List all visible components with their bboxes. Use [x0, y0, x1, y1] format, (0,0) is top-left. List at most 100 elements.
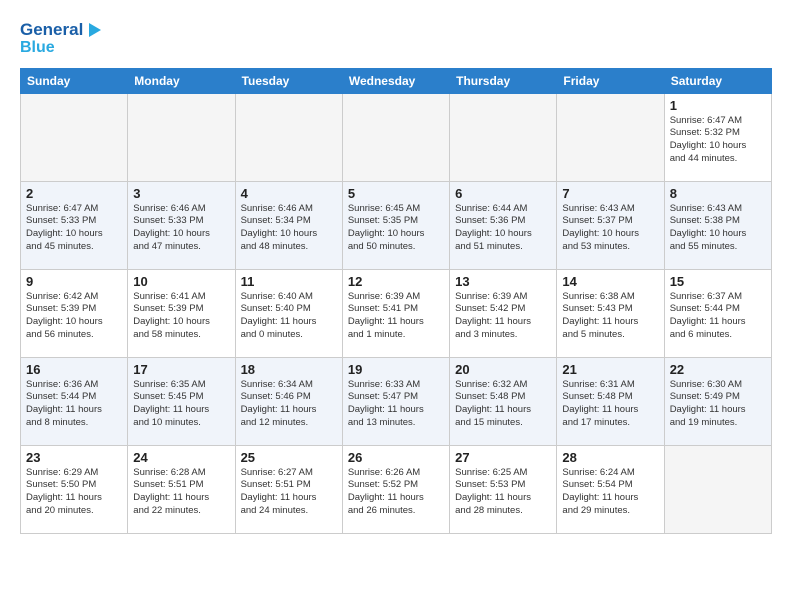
day-info: Sunrise: 6:24 AM Sunset: 5:54 PM Dayligh… — [562, 467, 658, 518]
calendar-cell: 7 Sunrise: 6:43 AM Sunset: 5:37 PM Daylig… — [557, 181, 664, 269]
calendar-cell: 13 Sunrise: 6:39 AM Sunset: 5:42 PM Dayli… — [450, 269, 557, 357]
calendar-cell: 28 Sunrise: 6:24 AM Sunset: 5:54 PM Dayli… — [557, 445, 664, 533]
day-info: Sunrise: 6:39 AM Sunset: 5:41 PM Dayligh… — [348, 291, 444, 342]
calendar-cell: 1 Sunrise: 6:47 AM Sunset: 5:32 PM Daylig… — [664, 93, 771, 181]
calendar-cell — [664, 445, 771, 533]
calendar-cell: 9 Sunrise: 6:42 AM Sunset: 5:39 PM Daylig… — [21, 269, 128, 357]
day-info: Sunrise: 6:38 AM Sunset: 5:43 PM Dayligh… — [562, 291, 658, 342]
day-number: 24 — [133, 450, 229, 465]
day-number: 4 — [241, 186, 337, 201]
weekday-header-friday: Friday — [557, 68, 664, 93]
day-info: Sunrise: 6:43 AM Sunset: 5:38 PM Dayligh… — [670, 203, 766, 254]
day-number: 15 — [670, 274, 766, 289]
day-info: Sunrise: 6:39 AM Sunset: 5:42 PM Dayligh… — [455, 291, 551, 342]
calendar-cell: 19 Sunrise: 6:33 AM Sunset: 5:47 PM Dayli… — [342, 357, 449, 445]
day-number: 23 — [26, 450, 122, 465]
calendar-cell: 3 Sunrise: 6:46 AM Sunset: 5:33 PM Daylig… — [128, 181, 235, 269]
calendar-cell: 6 Sunrise: 6:44 AM Sunset: 5:36 PM Daylig… — [450, 181, 557, 269]
calendar-cell: 16 Sunrise: 6:36 AM Sunset: 5:44 PM Dayli… — [21, 357, 128, 445]
day-info: Sunrise: 6:47 AM Sunset: 5:32 PM Dayligh… — [670, 115, 766, 166]
calendar-cell: 2Sunrise: 6:47 AM Sunset: 5:33 PM Daylig… — [21, 181, 128, 269]
calendar-cell: 11 Sunrise: 6:40 AM Sunset: 5:40 PM Dayli… — [235, 269, 342, 357]
day-number: 9 — [26, 274, 122, 289]
weekday-header-sunday: Sunday — [21, 68, 128, 93]
day-number: 14 — [562, 274, 658, 289]
calendar-cell: 4 Sunrise: 6:46 AM Sunset: 5:34 PM Daylig… — [235, 181, 342, 269]
week-row-4: 16 Sunrise: 6:36 AM Sunset: 5:44 PM Dayli… — [21, 357, 772, 445]
calendar-cell: 10 Sunrise: 6:41 AM Sunset: 5:39 PM Dayli… — [128, 269, 235, 357]
day-number: 27 — [455, 450, 551, 465]
day-info: Sunrise: 6:46 AM Sunset: 5:33 PM Dayligh… — [133, 203, 229, 254]
calendar-cell: 21Sunrise: 6:31 AM Sunset: 5:48 PM Dayli… — [557, 357, 664, 445]
day-number: 26 — [348, 450, 444, 465]
day-info: Sunrise: 6:28 AM Sunset: 5:51 PM Dayligh… — [133, 467, 229, 518]
week-row-2: 2Sunrise: 6:47 AM Sunset: 5:33 PM Daylig… — [21, 181, 772, 269]
weekday-header-saturday: Saturday — [664, 68, 771, 93]
weekday-header-monday: Monday — [128, 68, 235, 93]
calendar-cell — [128, 93, 235, 181]
header: General Blue — [20, 16, 772, 58]
weekday-header-tuesday: Tuesday — [235, 68, 342, 93]
day-number: 25 — [241, 450, 337, 465]
day-info: Sunrise: 6:33 AM Sunset: 5:47 PM Dayligh… — [348, 379, 444, 430]
day-info: Sunrise: 6:32 AM Sunset: 5:48 PM Dayligh… — [455, 379, 551, 430]
calendar-cell: 18 Sunrise: 6:34 AM Sunset: 5:46 PM Dayli… — [235, 357, 342, 445]
day-number: 5 — [348, 186, 444, 201]
calendar-cell: 8Sunrise: 6:43 AM Sunset: 5:38 PM Daylig… — [664, 181, 771, 269]
calendar-table: SundayMondayTuesdayWednesdayThursdayFrid… — [20, 68, 772, 534]
calendar-cell: 25 Sunrise: 6:27 AM Sunset: 5:51 PM Dayli… — [235, 445, 342, 533]
calendar-cell: 24 Sunrise: 6:28 AM Sunset: 5:51 PM Dayli… — [128, 445, 235, 533]
logo-arrow-icon — [85, 21, 103, 39]
calendar-cell — [235, 93, 342, 181]
day-number: 12 — [348, 274, 444, 289]
calendar-body: 1 Sunrise: 6:47 AM Sunset: 5:32 PM Daylig… — [21, 93, 772, 533]
calendar-cell: 12 Sunrise: 6:39 AM Sunset: 5:41 PM Dayli… — [342, 269, 449, 357]
calendar-cell: 27 Sunrise: 6:25 AM Sunset: 5:53 PM Dayli… — [450, 445, 557, 533]
weekday-header-thursday: Thursday — [450, 68, 557, 93]
day-info: Sunrise: 6:29 AM Sunset: 5:50 PM Dayligh… — [26, 467, 122, 518]
calendar-cell — [450, 93, 557, 181]
week-row-3: 9 Sunrise: 6:42 AM Sunset: 5:39 PM Daylig… — [21, 269, 772, 357]
day-info: Sunrise: 6:37 AM Sunset: 5:44 PM Dayligh… — [670, 291, 766, 342]
weekday-header-wednesday: Wednesday — [342, 68, 449, 93]
day-number: 13 — [455, 274, 551, 289]
day-number: 10 — [133, 274, 229, 289]
calendar-cell: 15 Sunrise: 6:37 AM Sunset: 5:44 PM Dayli… — [664, 269, 771, 357]
day-number: 3 — [133, 186, 229, 201]
day-info: Sunrise: 6:34 AM Sunset: 5:46 PM Dayligh… — [241, 379, 337, 430]
logo-line1: General — [20, 20, 83, 40]
day-number: 18 — [241, 362, 337, 377]
day-info: Sunrise: 6:46 AM Sunset: 5:34 PM Dayligh… — [241, 203, 337, 254]
calendar-cell — [21, 93, 128, 181]
day-number: 19 — [348, 362, 444, 377]
day-number: 22 — [670, 362, 766, 377]
day-info: Sunrise: 6:44 AM Sunset: 5:36 PM Dayligh… — [455, 203, 551, 254]
day-info: Sunrise: 6:42 AM Sunset: 5:39 PM Dayligh… — [26, 291, 122, 342]
calendar-cell — [342, 93, 449, 181]
page: General Blue SundayMondayTuesdayWednesda… — [0, 0, 792, 544]
day-number: 28 — [562, 450, 658, 465]
calendar-cell — [557, 93, 664, 181]
week-row-5: 23 Sunrise: 6:29 AM Sunset: 5:50 PM Dayli… — [21, 445, 772, 533]
day-number: 7 — [562, 186, 658, 201]
calendar-cell: 20 Sunrise: 6:32 AM Sunset: 5:48 PM Dayli… — [450, 357, 557, 445]
day-info: Sunrise: 6:45 AM Sunset: 5:35 PM Dayligh… — [348, 203, 444, 254]
day-number: 6 — [455, 186, 551, 201]
day-number: 1 — [670, 98, 766, 113]
calendar-cell: 23 Sunrise: 6:29 AM Sunset: 5:50 PM Dayli… — [21, 445, 128, 533]
day-info: Sunrise: 6:26 AM Sunset: 5:52 PM Dayligh… — [348, 467, 444, 518]
day-number: 2 — [26, 186, 122, 201]
day-info: Sunrise: 6:43 AM Sunset: 5:37 PM Dayligh… — [562, 203, 658, 254]
day-number: 20 — [455, 362, 551, 377]
day-info: Sunrise: 6:35 AM Sunset: 5:45 PM Dayligh… — [133, 379, 229, 430]
day-info: Sunrise: 6:27 AM Sunset: 5:51 PM Dayligh… — [241, 467, 337, 518]
calendar-cell: 5 Sunrise: 6:45 AM Sunset: 5:35 PM Daylig… — [342, 181, 449, 269]
day-info: Sunrise: 6:40 AM Sunset: 5:40 PM Dayligh… — [241, 291, 337, 342]
day-info: Sunrise: 6:41 AM Sunset: 5:39 PM Dayligh… — [133, 291, 229, 342]
day-number: 21 — [562, 362, 658, 377]
day-info: Sunrise: 6:30 AM Sunset: 5:49 PM Dayligh… — [670, 379, 766, 430]
day-info: Sunrise: 6:25 AM Sunset: 5:53 PM Dayligh… — [455, 467, 551, 518]
day-info: Sunrise: 6:36 AM Sunset: 5:44 PM Dayligh… — [26, 379, 122, 430]
day-number: 11 — [241, 274, 337, 289]
day-number: 16 — [26, 362, 122, 377]
